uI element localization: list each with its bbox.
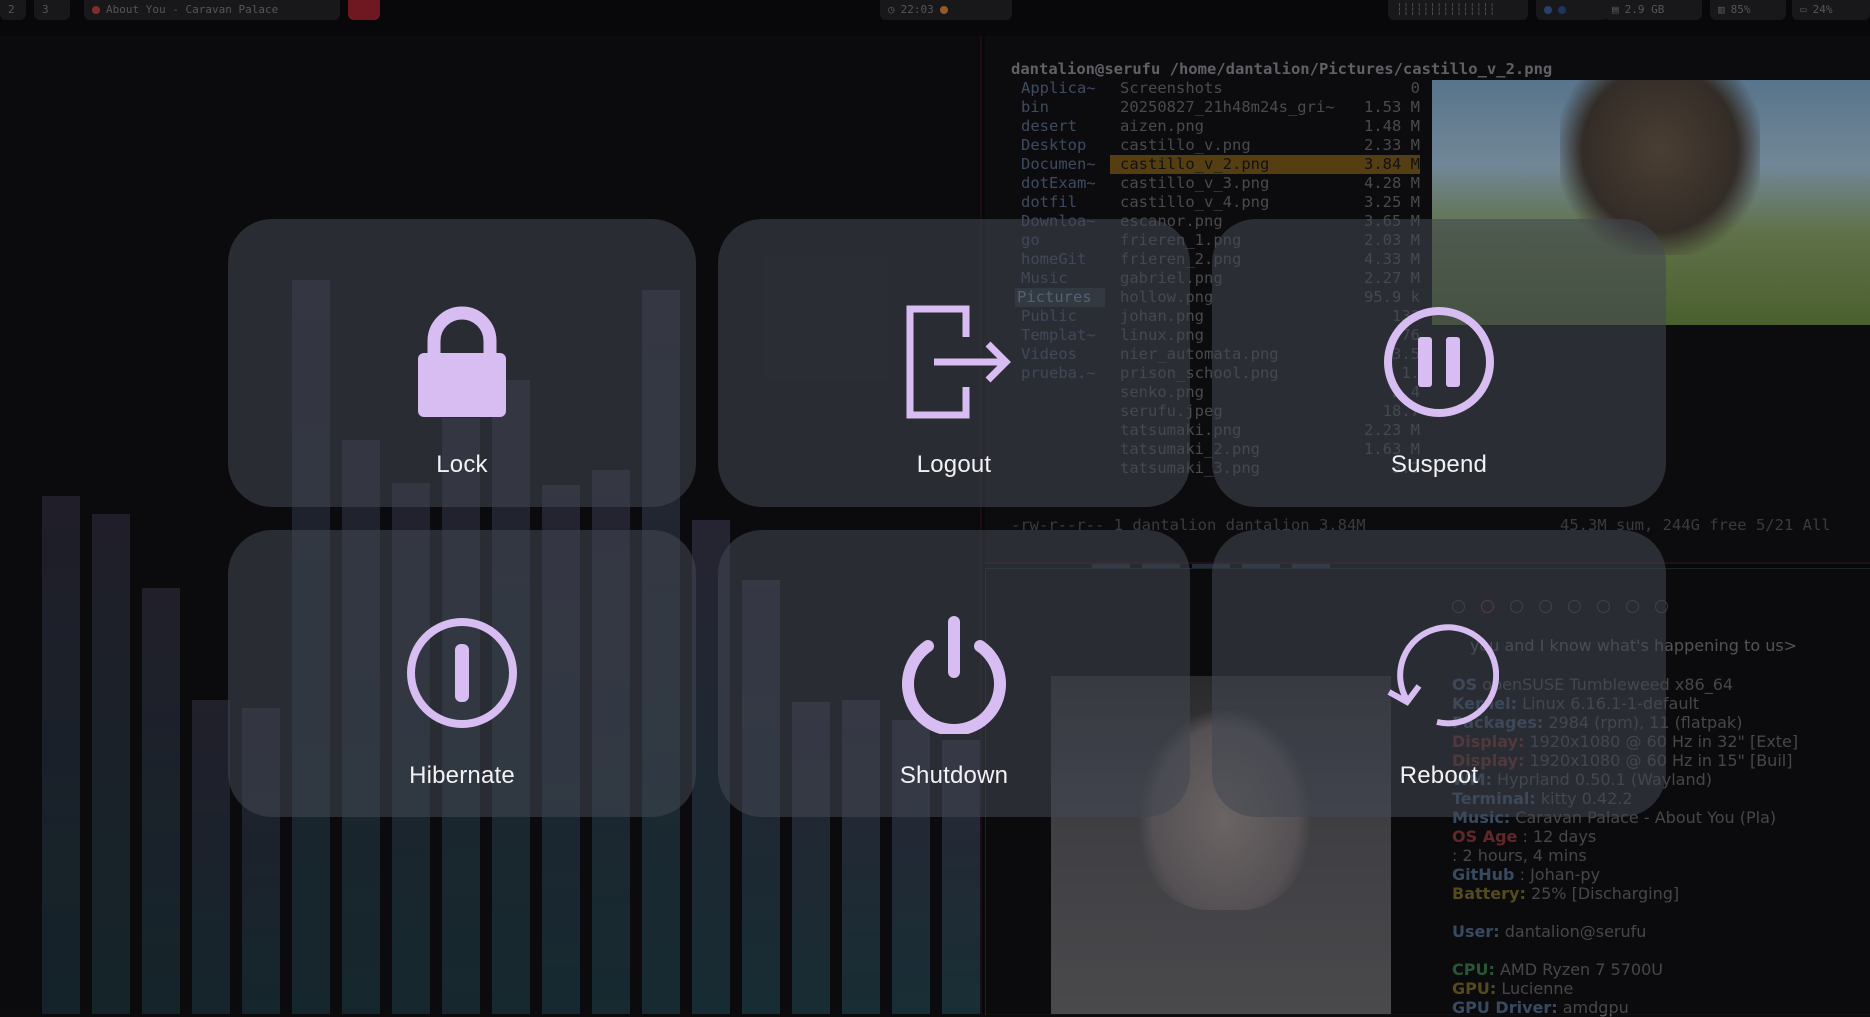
- power-icon: [902, 616, 1006, 734]
- logout-icon: [906, 305, 1011, 419]
- screen-dim-overlay: [0, 0, 1870, 1014]
- reboot-icon: [1387, 624, 1499, 727]
- reboot-button[interactable]: Reboot: [1212, 530, 1666, 817]
- reboot-label: Reboot: [1399, 762, 1479, 789]
- lock-icon: [418, 306, 506, 417]
- shutdown-label: Shutdown: [899, 762, 1009, 789]
- lock-label: Lock: [436, 451, 488, 478]
- logout-label: Logout: [916, 451, 992, 478]
- shutdown-button[interactable]: Shutdown: [718, 530, 1190, 817]
- hibernate-label: Hibernate: [409, 762, 515, 789]
- lock-button[interactable]: Lock: [228, 219, 696, 507]
- hibernate-button[interactable]: Hibernate: [228, 530, 696, 817]
- hibernate-icon: [407, 618, 517, 728]
- logout-button[interactable]: Logout: [718, 219, 1190, 507]
- suspend-button[interactable]: Suspend: [1212, 219, 1666, 507]
- pause-icon: [1384, 307, 1494, 417]
- suspend-label: Suspend: [1390, 451, 1488, 478]
